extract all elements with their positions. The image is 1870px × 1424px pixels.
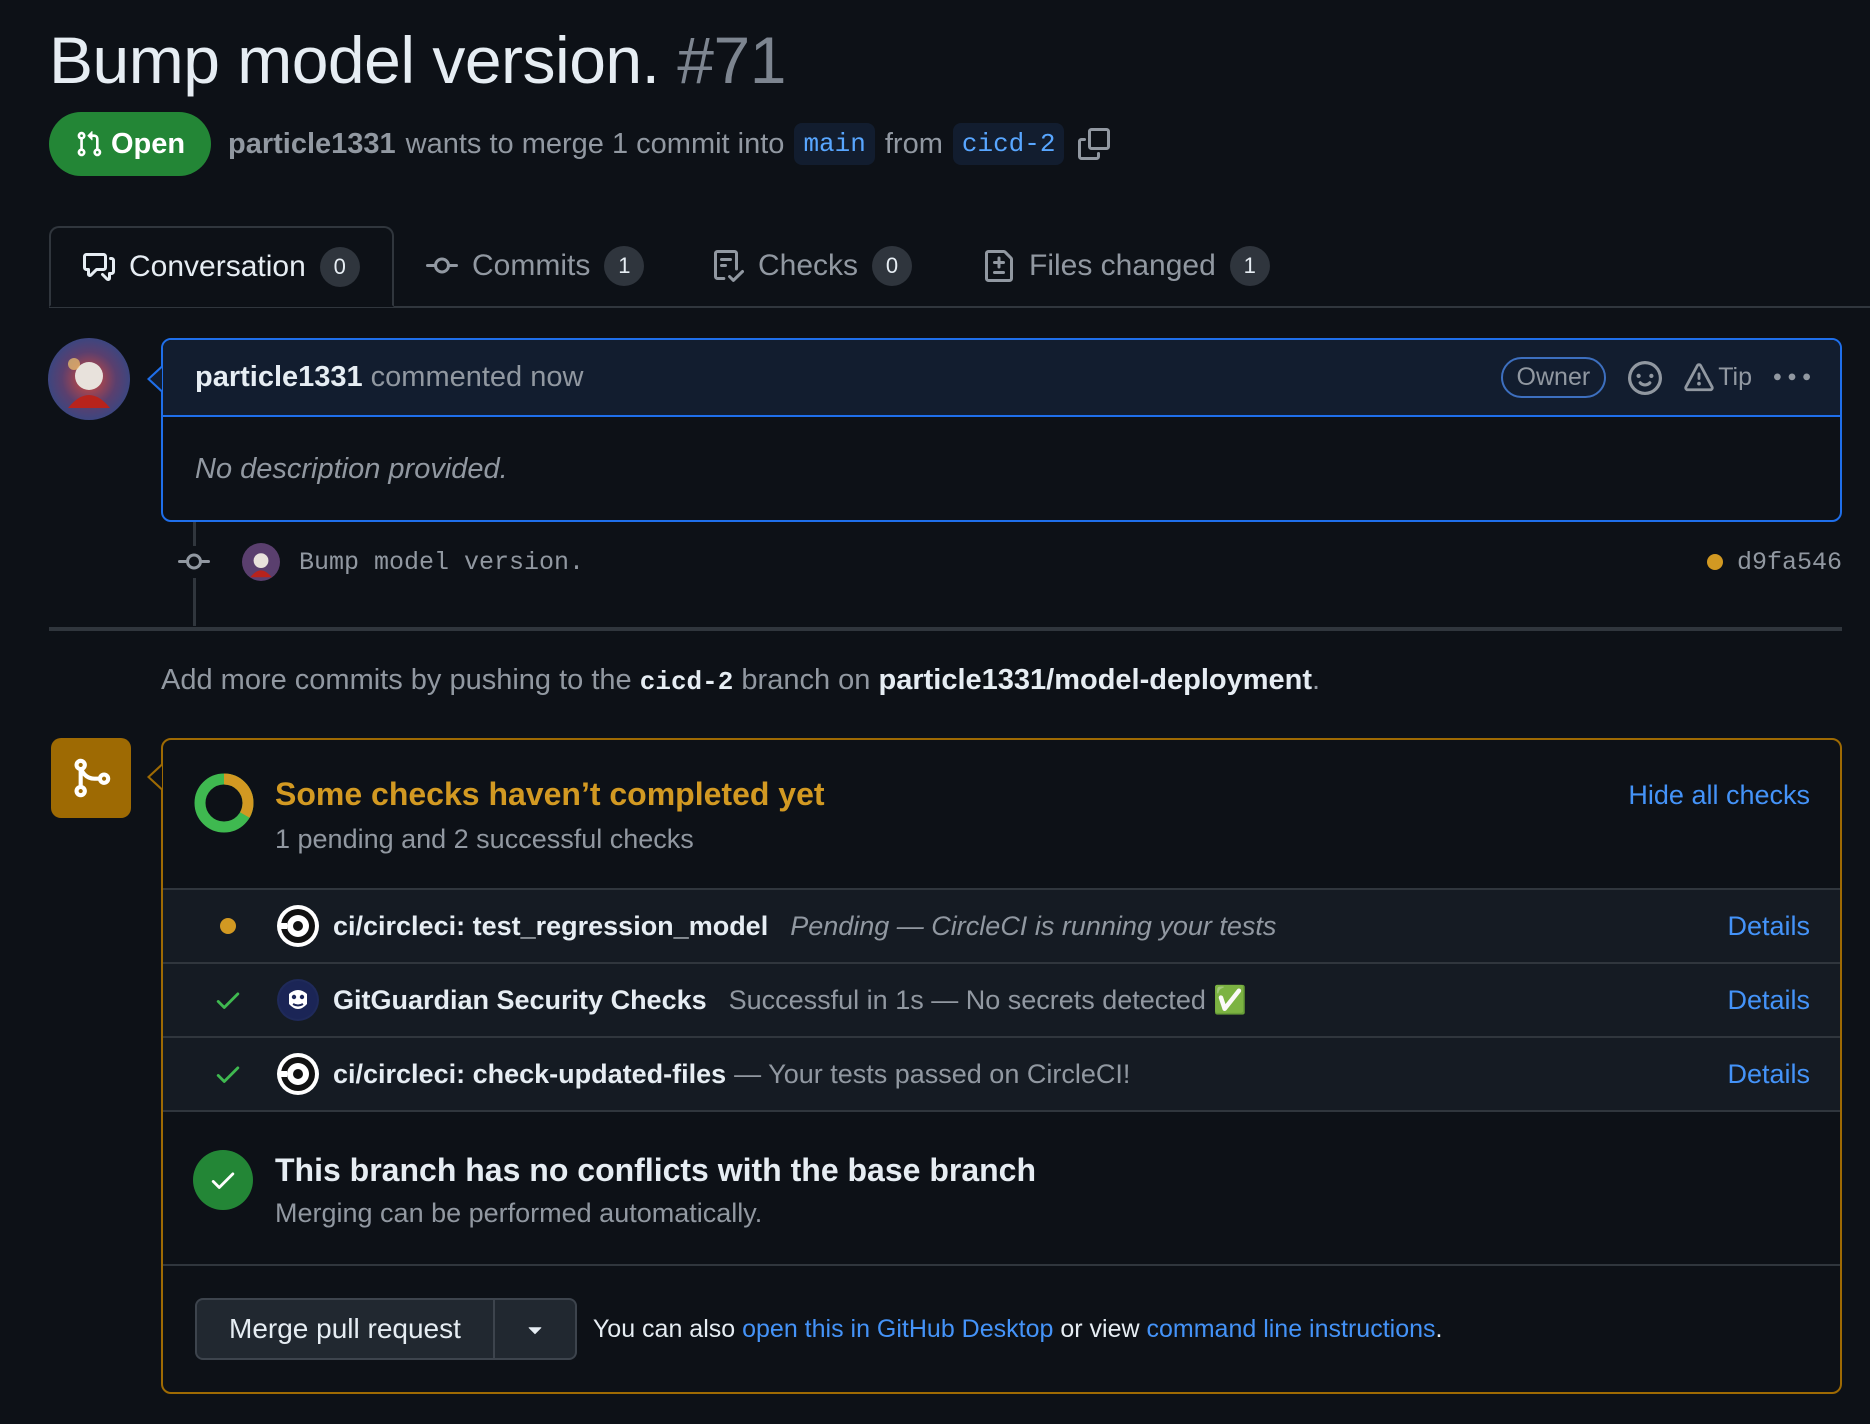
tab-label: Files changed — [1029, 249, 1216, 282]
comment-pointer-fill — [150, 368, 162, 390]
merge-box: Some checks haven’t completed yet 1 pend… — [161, 738, 1842, 1394]
merge-text-suffix: . — [1435, 1314, 1443, 1343]
pr-number: #71 — [677, 23, 786, 97]
hide-all-checks-link[interactable]: Hide all checks — [1628, 780, 1810, 811]
comment-timestamp[interactable]: commented now — [371, 361, 584, 394]
git-commit-icon — [176, 546, 212, 578]
tab-counter: 1 — [604, 246, 645, 286]
pr-meta: particle1331 wants to merge 1 commit int… — [228, 118, 1111, 170]
pending-dot-icon — [220, 918, 236, 934]
merge-actions: Merge pull request You can also open thi… — [195, 1298, 1442, 1360]
merge-method-dropdown[interactable] — [494, 1298, 577, 1360]
commit-message-link[interactable]: Bump model version. — [299, 548, 584, 577]
state-label: Open — [110, 127, 186, 160]
check-row: ci/circleci: test_regression_model Pendi… — [163, 890, 1840, 964]
command-line-instructions-link[interactable]: command line instructions — [1146, 1315, 1435, 1343]
head-branch[interactable]: cicd-2 — [952, 123, 1065, 165]
check-icon — [163, 1059, 293, 1089]
pr-tabs: Conversation 0 Commits 1 Checks 0 Files … — [49, 226, 1870, 308]
checklist-icon — [712, 250, 744, 282]
check-description: Pending — CircleCI is running your tests — [790, 910, 1277, 941]
pr-author-link[interactable]: particle1331 — [228, 128, 396, 161]
tab-files-changed[interactable]: Files changed 1 — [983, 226, 1270, 306]
git-commit-icon — [426, 250, 458, 282]
merge-text-prefix: You can also — [592, 1314, 736, 1343]
check-details-link[interactable]: Details — [1727, 985, 1810, 1016]
pending-dot-icon[interactable] — [1706, 554, 1723, 570]
tab-commits[interactable]: Commits 1 — [426, 226, 645, 306]
from-text: from — [884, 127, 943, 160]
check-description: Successful in 1s — No secrets detected ✅ — [728, 985, 1247, 1015]
checks-summary: Some checks haven’t completed yet 1 pend… — [163, 740, 1840, 890]
push-hint-prefix: Add more commits by pushing to the — [161, 664, 632, 696]
comment-header: particle1331 commented now Owner Tip — [163, 340, 1840, 417]
push-hint: Add more commits by pushing to the cicd-… — [161, 664, 1320, 697]
git-merge-icon — [51, 738, 131, 818]
comment-body: No description provided. — [195, 453, 508, 485]
tab-checks[interactable]: Checks 0 — [712, 226, 913, 306]
author-avatar[interactable] — [48, 338, 130, 420]
tab-label: Conversation — [129, 249, 306, 283]
check-name: GitGuardian Security Checks — [333, 984, 707, 1015]
push-hint-branch: cicd-2 — [639, 667, 734, 697]
checks-summary-title: Some checks haven’t completed yet — [275, 776, 825, 812]
pr-title: Bump model version. #71 — [49, 22, 786, 98]
commit-hash-link[interactable]: d9fa546 — [1737, 548, 1842, 577]
copy-icon[interactable] — [1078, 128, 1111, 160]
mergebox-pointer-fill — [150, 766, 162, 788]
conflicts-subtitle: Merging can be performed automatically. — [275, 1198, 763, 1228]
timeline-divider — [49, 627, 1842, 631]
push-hint-suffix: . — [1312, 664, 1321, 696]
alert-triangle-icon — [1684, 362, 1714, 393]
tab-counter: 0 — [319, 246, 360, 287]
check-row: GitGuardian Security Checks Successful i… — [163, 964, 1840, 1038]
conflicts-title: This branch has no conflicts with the ba… — [275, 1152, 1037, 1188]
check-description: — Your tests passed on CircleCI! — [734, 1058, 1131, 1089]
tab-label: Commits — [472, 249, 591, 282]
tab-counter: 1 — [1229, 246, 1270, 286]
checks-summary-subtitle: 1 pending and 2 successful checks — [275, 824, 694, 854]
comment-discussion-icon — [83, 251, 115, 283]
check-row: ci/circleci: check-updated-files — Your … — [163, 1038, 1840, 1112]
circleci-logo-icon — [277, 1053, 319, 1095]
circleci-logo-icon — [277, 905, 319, 947]
check-icon — [163, 985, 293, 1015]
check-details-link[interactable]: Details — [1727, 911, 1810, 942]
merge-pull-request-button[interactable]: Merge pull request — [195, 1298, 495, 1360]
check-name: ci/circleci: check-updated-files — [333, 1058, 727, 1089]
pr-description-comment: particle1331 commented now Owner Tip No … — [161, 338, 1842, 522]
push-hint-repo: particle1331/model-deployment — [878, 664, 1313, 696]
checks-progress-ring-icon — [193, 772, 255, 834]
tab-counter: 0 — [872, 246, 913, 286]
check-circle-icon — [193, 1150, 253, 1210]
git-pull-request-icon — [75, 129, 103, 159]
check-name: ci/circleci: test_regression_model — [333, 910, 769, 941]
timeline-commit: Bump model version. d9fa546 — [176, 538, 1842, 586]
merge-text-middle: or view — [1060, 1314, 1140, 1343]
tip-button[interactable]: Tip — [1684, 362, 1752, 393]
smiley-icon[interactable] — [1628, 360, 1663, 395]
merge-alternatives-text: You can also open this in GitHub Desktop… — [593, 1315, 1443, 1344]
merge-description: wants to merge 1 commit into — [405, 127, 785, 160]
comment-author[interactable]: particle1331 — [195, 361, 363, 394]
tab-conversation[interactable]: Conversation 0 — [49, 226, 394, 307]
commit-sha: d9fa546 — [1706, 548, 1842, 577]
state-badge-open: Open — [49, 112, 211, 176]
conflicts-status: This branch has no conflicts with the ba… — [163, 1116, 1840, 1266]
triangle-down-icon — [521, 1315, 549, 1343]
push-hint-middle: branch on — [741, 664, 871, 696]
kebab-horizontal-icon[interactable] — [1774, 360, 1810, 396]
tip-label: Tip — [1718, 363, 1752, 391]
owner-badge: Owner — [1500, 357, 1607, 398]
commit-author-avatar[interactable] — [242, 543, 280, 581]
file-diff-icon — [983, 250, 1015, 282]
base-branch[interactable]: main — [794, 123, 875, 165]
gitguardian-logo-icon — [277, 979, 319, 1021]
tab-label: Checks — [758, 249, 859, 282]
check-details-link[interactable]: Details — [1727, 1059, 1810, 1090]
open-github-desktop-link[interactable]: open this in GitHub Desktop — [742, 1315, 1053, 1343]
pr-title-text: Bump model version. — [49, 23, 660, 97]
